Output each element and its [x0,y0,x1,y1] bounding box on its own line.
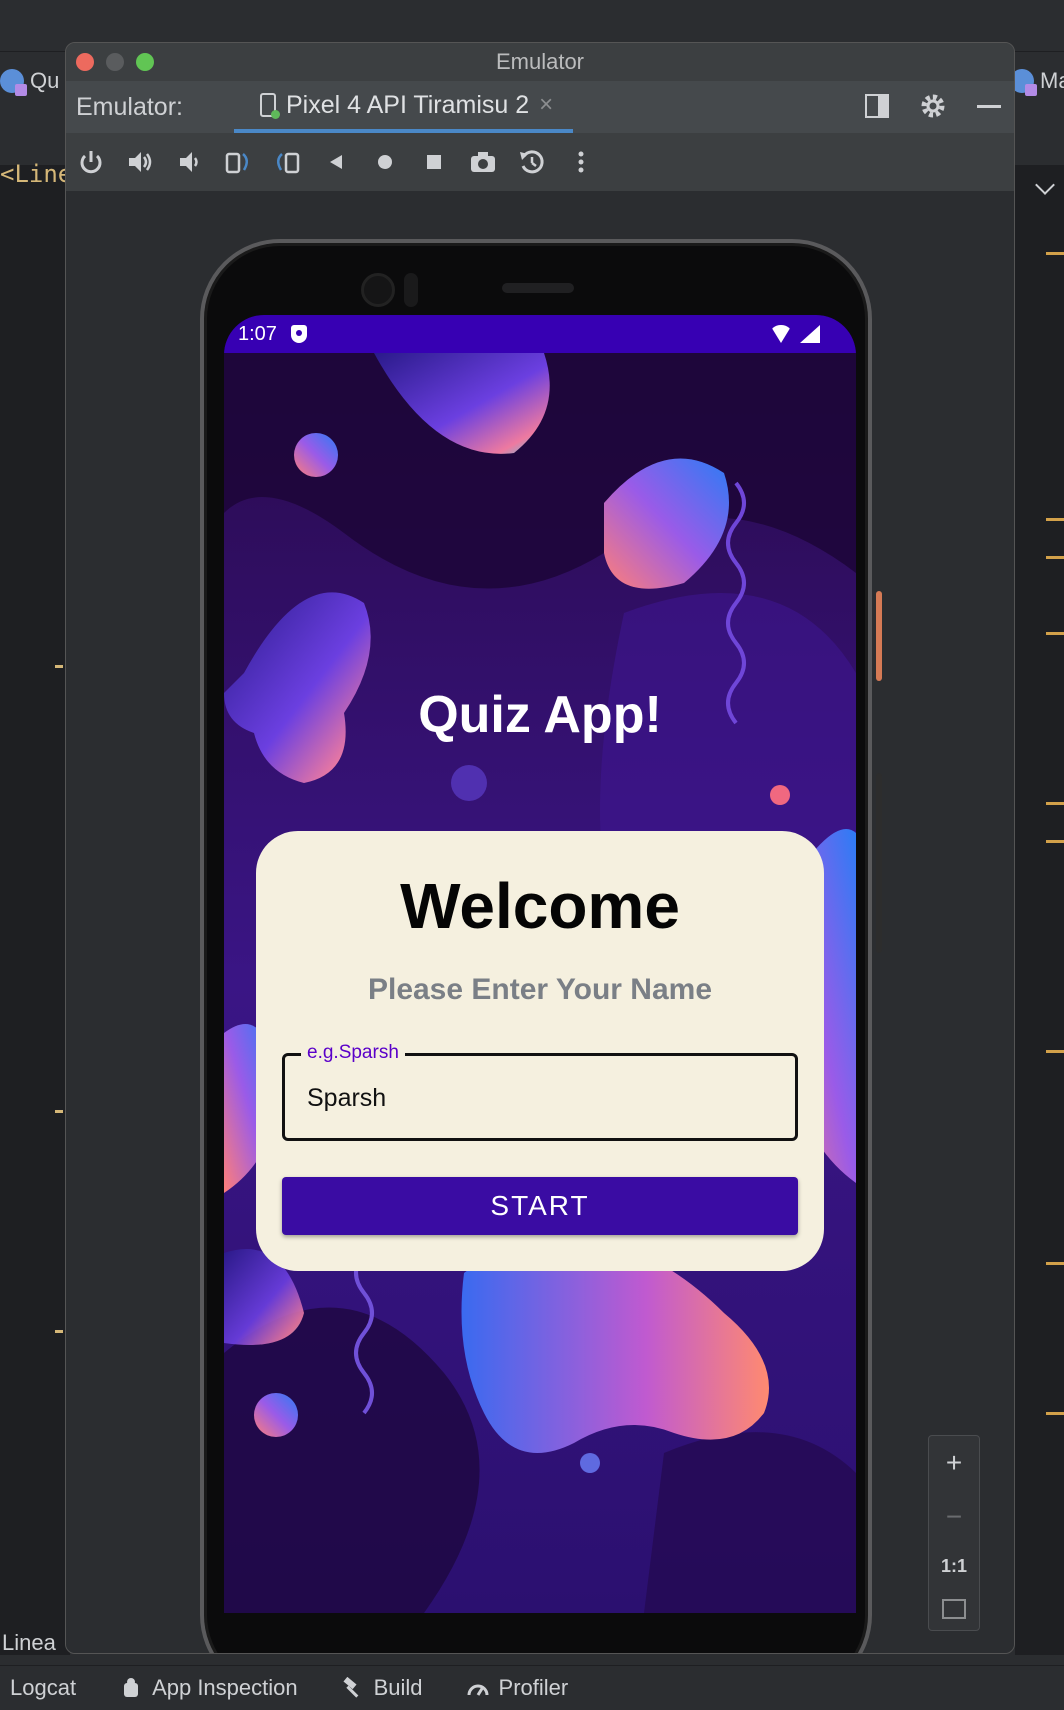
wifi-icon [770,325,792,343]
snapshot-button[interactable] [517,147,547,177]
dock-icon [865,94,889,118]
app-title: Quiz App! [418,686,662,744]
build-label: Build [373,1675,423,1700]
power-icon [80,151,102,174]
error-stripe-marker[interactable] [1046,1412,1064,1415]
app-inspection-tab[interactable]: App Inspection [120,1675,298,1701]
layout-breadcrumb[interactable]: Linea [2,1630,56,1656]
hide-panel-button[interactable] [974,91,1004,121]
editor-scroll-strip[interactable] [1015,165,1064,1655]
more-button[interactable] [566,147,596,177]
volume-down-icon [180,152,198,172]
ide-file-tab-right[interactable]: Ma [1010,62,1064,100]
power-button[interactable] [76,147,106,177]
zoom-in-button[interactable]: + [946,1447,962,1479]
emulator-display-area: 1:07 Quiz App! Welcome Please Enter Your… [66,191,1014,1653]
front-camera [361,273,395,307]
device-icon [260,93,280,119]
name-input-label: e.g.Sparsh [301,1042,405,1064]
android-icon [124,1678,139,1697]
error-stripe-marker[interactable] [1046,1050,1064,1053]
ide-file-tab-left[interactable]: Qu [0,62,59,100]
gutter-marker [55,665,63,668]
phone-frame: 1:07 Quiz App! Welcome Please Enter Your… [200,239,872,1653]
tab-bar-actions [862,91,1004,121]
face-sensor [404,273,418,307]
device-tab-label: Pixel 4 API Tiramisu 2 [286,90,530,119]
home-icon [378,155,392,169]
zoom-controls: + − 1:1 [928,1435,980,1631]
hammer-icon [343,1677,358,1698]
phone-power-key [876,591,882,681]
earpiece-speaker [502,283,574,293]
compose-file-icon [0,69,27,96]
logcat-label: Logcat [10,1675,77,1700]
rotate-left-button[interactable] [223,147,253,177]
gutter-marker [55,1330,63,1333]
window-title: Emulator [495,49,585,74]
zoom-out-button[interactable]: − [946,1501,962,1533]
tab-pixel-4[interactable]: Pixel 4 API Tiramisu 2 × [234,81,574,133]
back-button[interactable] [321,147,351,177]
settings-button[interactable] [918,91,948,121]
android-status-bar: 1:07 [224,315,856,353]
overview-icon [427,155,441,169]
rotate-right-icon [277,152,300,174]
status-time: 1:07 [238,322,277,345]
overview-button[interactable] [419,147,449,177]
device-screen[interactable]: 1:07 Quiz App! Welcome Please Enter Your… [224,315,856,1613]
error-stripe-marker[interactable] [1046,802,1064,805]
home-button[interactable] [370,147,400,177]
rotate-left-icon [225,152,248,174]
error-stripe-marker[interactable] [1046,556,1064,559]
name-prompt: Please Enter Your Name [367,973,713,1006]
more-icon [578,151,584,173]
back-icon [330,155,342,169]
name-input-value[interactable]: Sparsh [307,1084,386,1113]
start-button[interactable]: START [282,1177,798,1235]
gutter-marker [55,1110,63,1113]
emulator-label: Emulator: [76,92,183,121]
ide-file-tab-right-label: Ma [1040,68,1064,93]
actual-size-button[interactable]: 1:1 [941,1556,967,1577]
gauge-icon [467,1684,489,1696]
logcat-tab[interactable]: Logcat [10,1675,76,1701]
shield-icon [290,325,307,343]
gear-icon [921,94,945,118]
ide-bottom-toolbar: Logcat App Inspection Build Profiler [0,1665,1064,1710]
volume-up-button[interactable] [125,147,155,177]
emulator-window: Emulator Emulator: Pixel 4 API Tiramisu … [65,42,1015,1654]
welcome-card: Welcome Please Enter Your Name e.g.Spars… [256,831,824,1271]
volume-down-button[interactable] [174,147,204,177]
name-input[interactable]: e.g.Sparsh Sparsh [282,1042,798,1141]
close-icon[interactable]: × [539,91,553,119]
volume-up-icon [129,152,152,172]
emulator-toolbar [66,133,1014,191]
minimize-icon [977,104,1001,108]
error-stripe-marker[interactable] [1046,632,1064,635]
emulator-title-bar[interactable]: Emulator [66,43,1014,81]
ide-file-tab-left-label: Qu [30,68,60,93]
rotate-right-button[interactable] [272,147,302,177]
code-fragment: <Line [0,160,73,188]
phone-volume-key [876,773,882,953]
snapshot-icon [520,150,544,174]
build-tab[interactable]: Build [342,1675,423,1701]
signal-icon [800,325,820,343]
profiler-tab[interactable]: Profiler [467,1675,569,1701]
error-stripe-marker[interactable] [1046,1262,1064,1265]
dock-mode-button[interactable] [862,91,892,121]
zoom-fit-icon[interactable] [942,1598,966,1619]
app-inspection-label: App Inspection [152,1675,298,1700]
code-editor-gutter[interactable] [0,165,70,1655]
emulator-tab-bar: Emulator: Pixel 4 API Tiramisu 2 × [66,81,1014,133]
profiler-label: Profiler [498,1675,569,1700]
error-stripe-marker[interactable] [1046,518,1064,521]
error-stripe-marker[interactable] [1046,840,1064,843]
welcome-heading: Welcome [400,870,680,942]
error-stripe-marker[interactable] [1046,252,1064,255]
screenshot-icon [471,152,495,172]
screenshot-button[interactable] [468,147,498,177]
